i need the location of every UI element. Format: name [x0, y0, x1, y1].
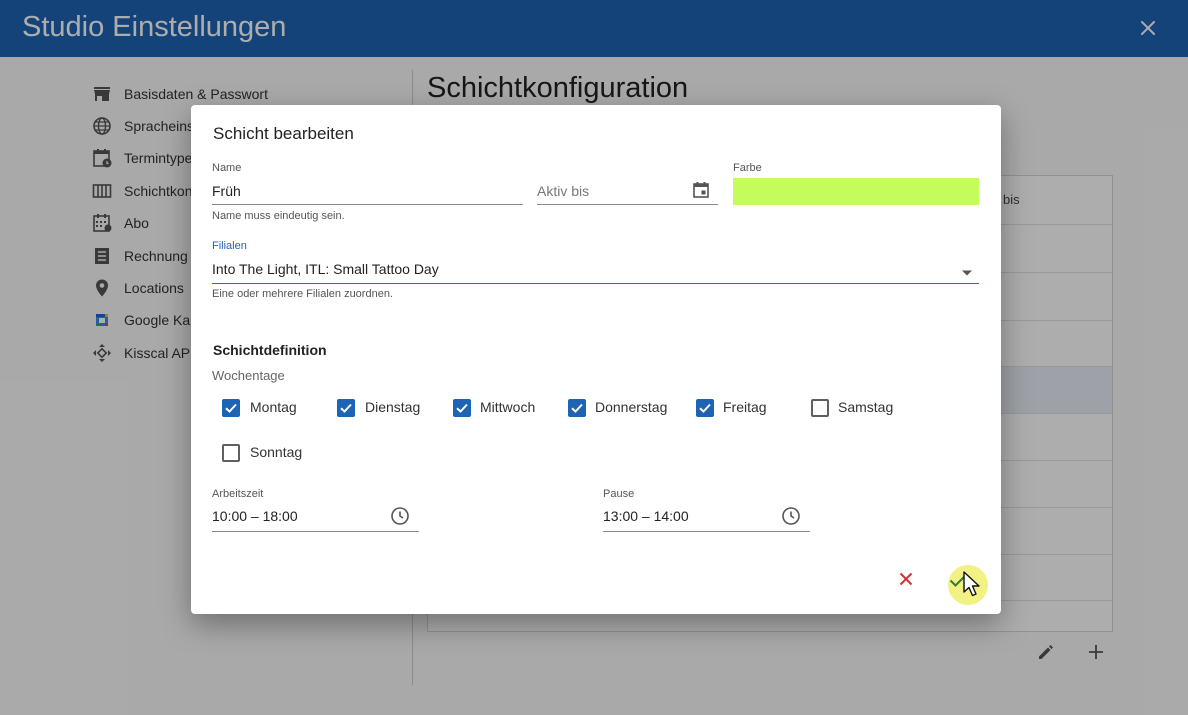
checkbox-label[interactable]: Samstag: [838, 399, 893, 415]
checkbox-mittwoch[interactable]: [453, 399, 471, 417]
active-until-input[interactable]: Aktiv bis: [537, 183, 589, 199]
checkbox-label[interactable]: Mittwoch: [480, 399, 535, 415]
checkbox-label[interactable]: Sonntag: [250, 444, 302, 460]
color-picker-swatch[interactable]: [733, 178, 979, 205]
checkbox-label[interactable]: Donnerstag: [595, 399, 667, 415]
name-input[interactable]: Früh: [212, 183, 241, 199]
break-time-label: Pause: [603, 488, 635, 500]
checkbox-label[interactable]: Freitag: [723, 399, 767, 415]
cancel-button[interactable]: [894, 567, 918, 591]
calendar-icon[interactable]: [691, 180, 711, 205]
edit-shift-dialog: Schicht bearbeiten Name Früh Name muss e…: [191, 105, 1001, 614]
checkbox-montag[interactable]: [222, 399, 240, 417]
checkbox-samstag[interactable]: [811, 399, 829, 417]
name-field-label: Name: [212, 162, 242, 174]
section-title-schichtdefinition: Schichtdefinition: [213, 342, 327, 358]
checkbox-dienstag[interactable]: [337, 399, 355, 417]
checkbox-label[interactable]: Montag: [250, 399, 297, 415]
break-time-input[interactable]: 13:00 – 14:00: [603, 508, 689, 524]
checkbox-freitag[interactable]: [696, 399, 714, 417]
working-time-label: Arbeitszeit: [212, 488, 264, 500]
checkbox-sonntag[interactable]: [222, 444, 240, 462]
branches-field-label: Filialen: [212, 240, 247, 252]
checkbox-label[interactable]: Dienstag: [365, 399, 420, 415]
weekdays-label: Wochentage: [212, 368, 285, 383]
branches-select-underline: [212, 283, 979, 284]
break-time-underline: [603, 531, 810, 532]
working-time-input[interactable]: 10:00 – 18:00: [212, 508, 298, 524]
color-field-label: Farbe: [733, 162, 762, 174]
name-field-hint: Name muss eindeutig sein.: [212, 210, 345, 222]
checkbox-donnerstag[interactable]: [568, 399, 586, 417]
branches-select[interactable]: Into The Light, ITL: Small Tattoo Day: [212, 261, 439, 277]
dropdown-arrow-icon[interactable]: [961, 264, 973, 282]
clock-icon[interactable]: [781, 506, 801, 531]
name-input-underline: [212, 204, 523, 205]
branches-field-hint: Eine oder mehrere Filialen zuordnen.: [212, 288, 393, 300]
working-time-underline: [212, 531, 419, 532]
active-until-underline: [537, 204, 718, 205]
mouse-cursor-icon: [962, 570, 982, 603]
dialog-title: Schicht bearbeiten: [213, 124, 354, 143]
clock-icon[interactable]: [390, 506, 410, 531]
